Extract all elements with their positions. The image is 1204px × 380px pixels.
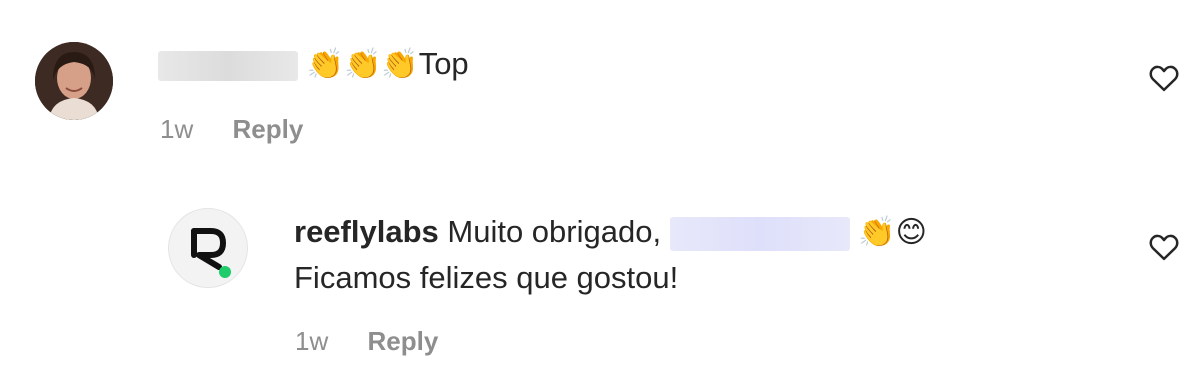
commenter-avatar[interactable] xyxy=(35,42,113,120)
reply-username[interactable]: reeflylabs xyxy=(294,214,439,249)
reply-text-2: Ficamos felizes que gostou! xyxy=(294,260,679,295)
comment-time: 1w xyxy=(160,114,194,144)
reply-emojis: 👏😊 xyxy=(858,215,927,250)
reply-meta: 1w Reply xyxy=(295,326,438,357)
brand-avatar[interactable] xyxy=(168,208,248,288)
heart-icon[interactable] xyxy=(1149,64,1179,92)
heart-icon[interactable] xyxy=(1149,233,1179,261)
clap-emojis: 👏👏👏 xyxy=(306,47,419,82)
comment-body: 👏👏👏Top xyxy=(158,46,469,83)
redacted-username[interactable] xyxy=(158,50,298,81)
reply-time: 1w xyxy=(295,326,329,356)
reply-button[interactable]: Reply xyxy=(367,326,438,356)
reeflylabs-logo-icon xyxy=(191,228,231,278)
reply-text-1: Muito obrigado, xyxy=(447,214,662,249)
comment-meta: 1w Reply xyxy=(160,114,303,145)
redacted-mention[interactable] xyxy=(669,216,850,251)
reply-body-line-2: Ficamos felizes que gostou! xyxy=(294,260,678,296)
reply-button[interactable]: Reply xyxy=(232,114,303,144)
comment-text: Top xyxy=(418,46,469,81)
reply-body-line-1: reeflylabs Muito obrigado, 👏😊 xyxy=(294,214,927,251)
profile-photo-icon xyxy=(35,42,113,120)
